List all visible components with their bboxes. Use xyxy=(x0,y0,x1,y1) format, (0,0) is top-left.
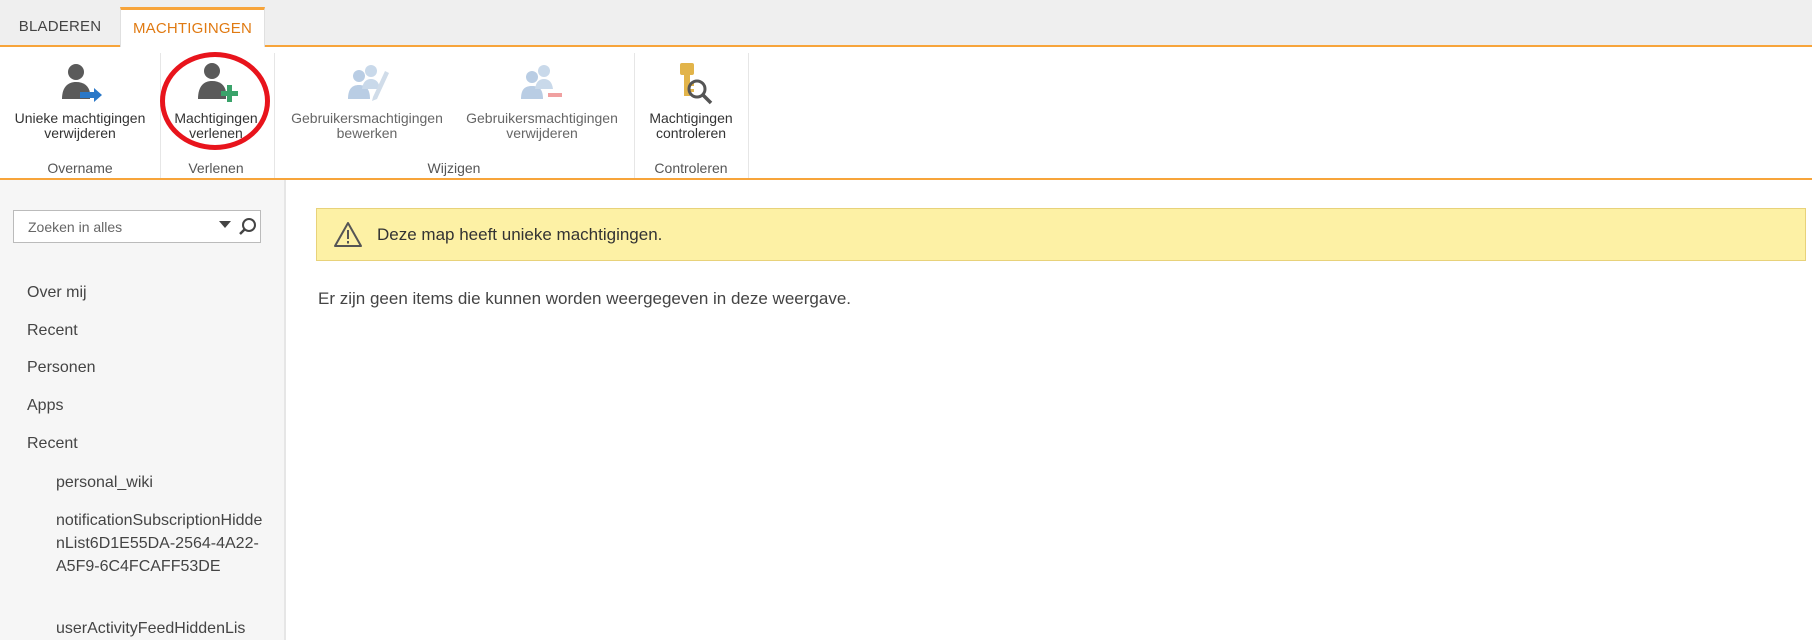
tab-bladeren[interactable]: BLADEREN xyxy=(0,7,120,47)
button-label-line1: Gebruikersmachtigingen xyxy=(466,110,618,126)
button-label-line2: verwijderen xyxy=(44,125,116,141)
left-navigation: Zoeken in alles Over mij Recent Personen… xyxy=(0,180,286,640)
ribbon: Unieke machtigingen verwijderen Machtigi… xyxy=(0,47,1812,180)
unique-permissions-banner: Deze map heeft unieke machtigingen. xyxy=(316,208,1806,261)
key-search-icon xyxy=(680,63,713,105)
check-permissions-button[interactable]: Machtigingen controleren xyxy=(638,59,744,141)
remove-unique-permissions-button[interactable]: Unieke machtigingen verwijderen xyxy=(4,59,156,141)
remove-user-permissions-button[interactable]: Gebruikersmachtigingen verwijderen xyxy=(456,59,628,141)
chevron-down-icon[interactable] xyxy=(218,219,232,229)
edit-user-permissions-button[interactable]: Gebruikersmachtigingen bewerken xyxy=(280,59,454,141)
search-input[interactable]: Zoeken in alles xyxy=(28,219,122,235)
nav-subitem-personal-wiki[interactable]: personal_wiki xyxy=(56,471,266,494)
group-separator xyxy=(160,53,161,178)
button-label-line2: bewerken xyxy=(336,125,398,141)
group-label-overname: Overname xyxy=(47,160,113,176)
group-label-wijzigen: Wijzigen xyxy=(427,160,481,176)
button-label-line2: controleren xyxy=(655,125,727,141)
nav-subitem-user-activity-feed[interactable]: userActivityFeedHiddenLis xyxy=(56,617,266,640)
tab-machtigingen[interactable]: MACHTIGINGEN xyxy=(120,7,265,49)
person-remove-arrow-icon xyxy=(62,64,102,102)
nav-item-apps[interactable]: Apps xyxy=(27,397,63,415)
ribbon-tab-bar: BLADEREN MACHTIGINGEN xyxy=(0,0,1812,49)
highlight-circle-annotation xyxy=(160,52,270,150)
search-box[interactable]: Zoeken in alles xyxy=(13,210,261,243)
nav-item-over-mij[interactable]: Over mij xyxy=(27,284,87,302)
warning-icon xyxy=(334,222,362,247)
users-remove-icon xyxy=(521,65,562,99)
group-label-controleren: Controleren xyxy=(654,160,728,176)
nav-item-personen[interactable]: Personen xyxy=(27,359,96,377)
group-separator xyxy=(274,53,275,178)
users-edit-icon xyxy=(348,65,389,101)
empty-view-message: Er zijn geen items die kunnen worden wee… xyxy=(318,289,851,308)
search-icon[interactable] xyxy=(238,217,258,237)
button-label-line1: Unieke machtigingen xyxy=(14,110,146,126)
nav-item-recent[interactable]: Recent xyxy=(27,322,78,340)
button-label-line1: Machtigingen xyxy=(649,110,733,126)
nav-item-recent-2[interactable]: Recent xyxy=(27,435,78,453)
nav-subitem-notification-list[interactable]: notificationSubscriptionHiddenList6D1E55… xyxy=(56,509,266,578)
button-label-line2: verwijderen xyxy=(506,125,578,141)
group-separator xyxy=(634,53,635,178)
banner-message: Deze map heeft unieke machtigingen. xyxy=(377,225,663,244)
button-label-line1: Gebruikersmachtigingen xyxy=(291,110,443,126)
group-separator xyxy=(748,53,749,178)
group-label-verlenen: Verlenen xyxy=(188,160,244,176)
